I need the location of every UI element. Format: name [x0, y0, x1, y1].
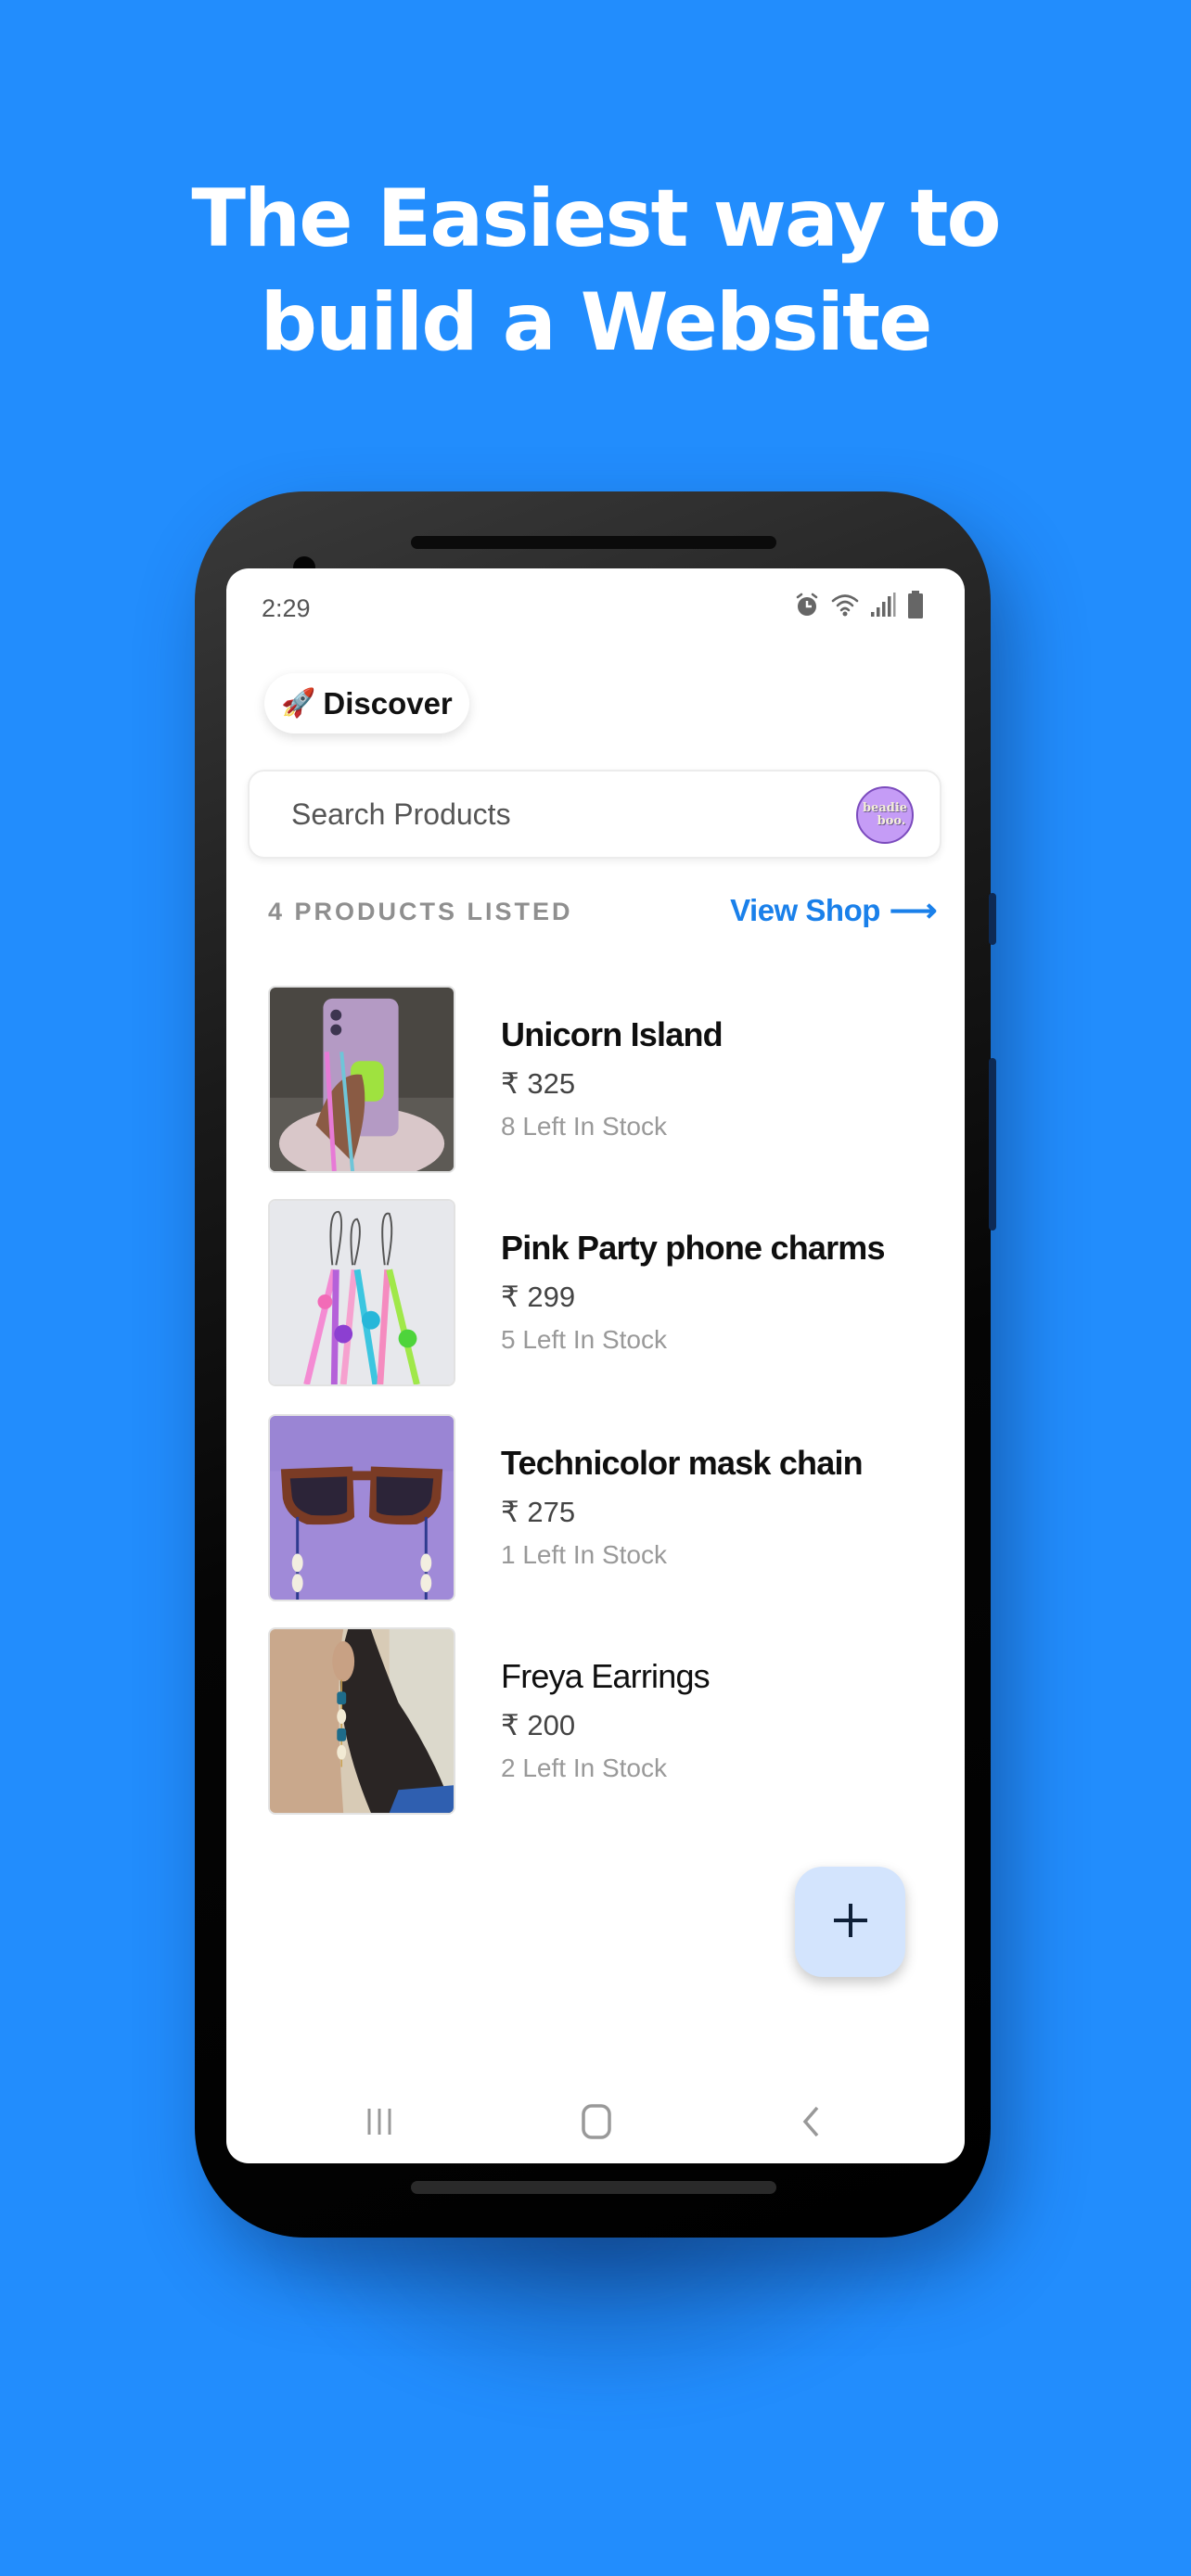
product-row[interactable]: Unicorn Island ₹ 325 8 Left In Stock [268, 986, 936, 1175]
avatar-text-line-2: boo. [877, 814, 906, 828]
back-button[interactable] [784, 2100, 839, 2147]
product-stock: 5 Left In Stock [501, 1325, 667, 1354]
headline-line-1: The Easiest way to [191, 172, 1001, 265]
wifi-icon [831, 593, 859, 621]
product-name: Unicorn Island [501, 1015, 724, 1053]
phone-screen: 2:29 🚀 Discover Search Products beadie b… [226, 568, 965, 2163]
product-row[interactable]: Freya Earrings ₹ 200 2 Left In Stock [268, 1627, 936, 1817]
phone-side-button-upper [989, 893, 996, 945]
home-icon [581, 2103, 612, 2145]
product-name: Technicolor mask chain [501, 1444, 864, 1482]
product-stock: 1 Left In Stock [501, 1540, 667, 1569]
product-name: Pink Party phone charms [501, 1229, 886, 1267]
view-shop-link[interactable]: View Shop ⟶ [730, 893, 937, 928]
phone-bottom-bar [411, 2181, 776, 2194]
product-row[interactable]: Pink Party phone charms ₹ 299 5 Left In … [268, 1199, 936, 1388]
status-icons [794, 591, 924, 623]
search-input[interactable] [250, 772, 843, 857]
product-stock: 8 Left In Stock [501, 1112, 667, 1141]
product-price: ₹ 200 [501, 1709, 576, 1741]
battery-icon [907, 591, 924, 623]
product-row[interactable]: Technicolor mask chain ₹ 275 1 Left In S… [268, 1414, 936, 1603]
products-count: 4 PRODUCTS LISTED [268, 898, 573, 925]
product-image [268, 1199, 455, 1386]
product-image [268, 986, 455, 1173]
headline: The Easiest way to build a Website [0, 167, 1191, 375]
avatar-text-line-1: beadie [862, 801, 908, 815]
add-product-button[interactable] [795, 1867, 905, 1977]
product-price: ₹ 325 [501, 1067, 576, 1100]
product-price: ₹ 275 [501, 1496, 576, 1528]
signal-icon [870, 592, 896, 622]
rocket-icon: 🚀 [281, 687, 316, 719]
phone-side-button-lower [989, 1058, 996, 1231]
plus-icon [831, 1901, 870, 1943]
status-time: 2:29 [262, 594, 311, 622]
recent-apps-icon [364, 2106, 395, 2142]
shop-avatar[interactable]: beadie boo. [856, 786, 914, 844]
system-navigation-bar [226, 2089, 965, 2163]
headline-line-2: build a Website [260, 276, 932, 369]
view-shop-label: View Shop [730, 893, 880, 927]
phone-speaker [411, 536, 776, 549]
back-icon [800, 2105, 823, 2143]
alarm-icon [794, 592, 820, 622]
product-image [268, 1414, 455, 1601]
product-price: ₹ 299 [501, 1281, 576, 1313]
product-name: Freya Earrings [501, 1657, 711, 1695]
recent-apps-button[interactable] [352, 2100, 407, 2147]
product-image [268, 1627, 455, 1815]
discover-label: Discover [323, 685, 453, 721]
discover-button[interactable]: 🚀 Discover [264, 673, 469, 733]
search-bar: beadie boo. [248, 770, 941, 859]
arrow-right-icon: ⟶ [889, 891, 938, 929]
home-button[interactable] [569, 2100, 624, 2147]
product-stock: 2 Left In Stock [501, 1753, 667, 1782]
